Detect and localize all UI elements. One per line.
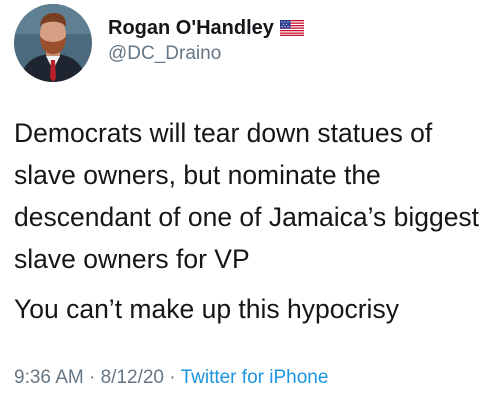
meta-separator-2: · xyxy=(164,367,181,388)
meta-separator: · xyxy=(83,367,101,388)
tweet-time[interactable]: 9:36 AM xyxy=(14,367,84,388)
tweet-header: Rogan O'Handley @DC_Draino xyxy=(14,4,305,82)
name-row: Rogan O'Handley xyxy=(108,16,305,40)
us-flag-icon xyxy=(279,19,305,37)
user-info: Rogan O'Handley @DC_Draino xyxy=(108,16,305,66)
user-handle[interactable]: @DC_Draino xyxy=(108,42,304,66)
tweet-card: Rogan O'Handley @DC_Draino Democrats wil… xyxy=(0,0,500,404)
avatar[interactable] xyxy=(14,4,92,82)
display-name[interactable]: Rogan O'Handley xyxy=(108,16,274,40)
tweet-metadata: 9:36 AM · 8/12/20 · Twitter for iPhone xyxy=(14,366,328,390)
tweet-paragraph-1: Democrats will tear down statues of slav… xyxy=(14,118,480,274)
tweet-paragraph-2: You can’t make up this hypocrisy xyxy=(14,294,399,324)
tweet-text: Democrats will tear down statues of slav… xyxy=(14,112,494,330)
tweet-source-link[interactable]: Twitter for iPhone xyxy=(181,367,329,388)
tweet-date[interactable]: 8/12/20 xyxy=(101,367,164,388)
